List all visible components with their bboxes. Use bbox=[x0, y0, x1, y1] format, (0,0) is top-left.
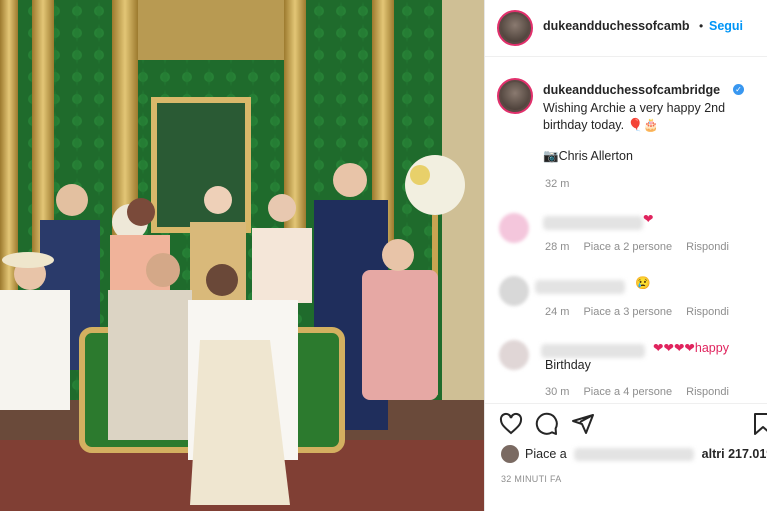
caption-time: 32 m bbox=[545, 178, 570, 190]
verified-badge-icon: ✓ bbox=[733, 84, 744, 95]
comment-icon[interactable] bbox=[535, 412, 559, 436]
share-icon[interactable] bbox=[571, 412, 595, 436]
header-avatar[interactable] bbox=[497, 10, 533, 46]
comment-likes[interactable]: Piace a 2 persone bbox=[583, 241, 672, 253]
comment-meta: 28 m Piace a 2 persone Rispondi bbox=[545, 241, 743, 253]
caption-text: Wishing Archie a very happy 2nd birthday… bbox=[543, 101, 726, 132]
comment-time: 24 m bbox=[545, 306, 570, 318]
reply-button[interactable]: Rispondi bbox=[686, 241, 729, 253]
comment-username-redacted bbox=[543, 216, 643, 230]
comment-avatar[interactable] bbox=[499, 276, 529, 306]
post-header: dukeandduchessofcamb • Segui bbox=[485, 0, 767, 57]
header-username[interactable]: dukeandduchessofcamb bbox=[543, 19, 690, 33]
comment-text-line1: ❤❤❤❤happy bbox=[653, 341, 729, 355]
post-timestamp: 32 MINUTI FA bbox=[501, 474, 562, 484]
liker-name-redacted bbox=[574, 448, 695, 462]
follow-button[interactable]: Segui bbox=[709, 19, 743, 33]
comment-username-redacted bbox=[535, 280, 625, 294]
caption-avatar[interactable] bbox=[497, 78, 533, 114]
divider bbox=[485, 403, 767, 404]
comment-username-redacted bbox=[541, 344, 645, 358]
comment-meta: 24 m Piace a 3 persone Rispondi bbox=[545, 306, 743, 318]
comment-text-line2: Birthday bbox=[545, 358, 591, 372]
likes-prefix: Piace a bbox=[525, 447, 567, 461]
reply-button[interactable]: Rispondi bbox=[686, 386, 729, 398]
family-portrait-image bbox=[0, 0, 484, 511]
likes-summary[interactable]: Piace a altri 217.019 bbox=[525, 447, 767, 462]
caption-username[interactable]: dukeandduchessofcambridge bbox=[543, 83, 720, 97]
reply-button[interactable]: Rispondi bbox=[686, 306, 729, 318]
comment-text: ❤❤❤❤happy bbox=[653, 340, 729, 357]
post-sidebar: dukeandduchessofcamb • Segui dukeandduch… bbox=[484, 0, 767, 511]
likes-count[interactable]: altri 217.019 bbox=[702, 447, 767, 461]
comment-time: 28 m bbox=[545, 241, 570, 253]
heart-icon[interactable] bbox=[499, 412, 523, 436]
comment-time: 30 m bbox=[545, 386, 570, 398]
comment-avatar[interactable] bbox=[499, 340, 529, 370]
comment-likes[interactable]: Piace a 3 persone bbox=[583, 306, 672, 318]
post-photo[interactable] bbox=[0, 0, 484, 511]
comment-likes[interactable]: Piace a 4 persone bbox=[583, 386, 672, 398]
comment-avatar[interactable] bbox=[499, 213, 529, 243]
photo-credit: 📷Chris Allerton bbox=[543, 149, 633, 163]
comment-text: ❤ bbox=[643, 212, 654, 226]
comment-meta: 30 m Piace a 4 persone Rispondi bbox=[545, 386, 743, 398]
liker-avatar[interactable] bbox=[501, 445, 519, 463]
comment-text: 😢 bbox=[635, 276, 651, 290]
bookmark-icon[interactable] bbox=[751, 412, 767, 436]
header-separator: • bbox=[699, 19, 704, 33]
